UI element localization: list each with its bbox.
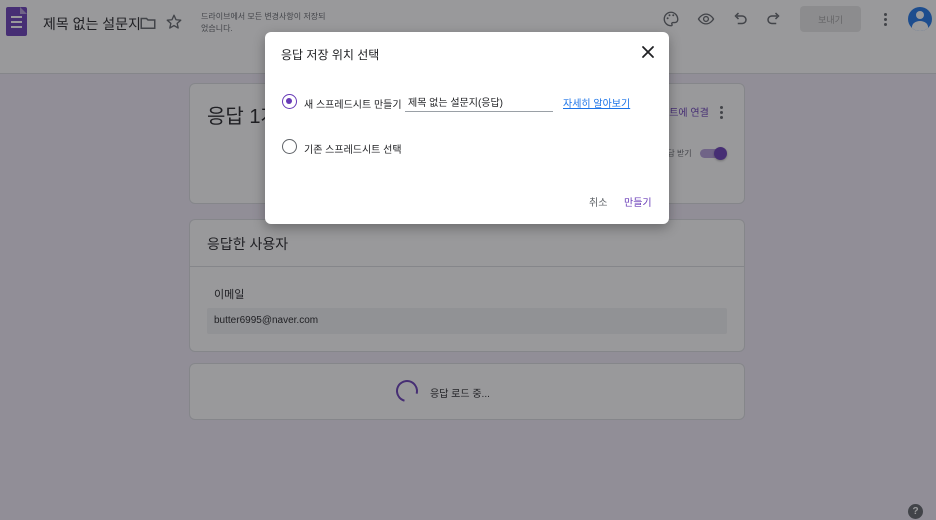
option-existing-label[interactable]: 기존 스프레드시트 선택 — [304, 141, 402, 156]
spreadsheet-name-input[interactable] — [405, 91, 553, 112]
learn-more-link[interactable]: 자세히 알아보기 — [563, 95, 630, 110]
close-icon[interactable] — [641, 45, 655, 59]
dialog-title: 응답 저장 위치 선택 — [281, 48, 380, 62]
cancel-button[interactable]: 취소 — [589, 194, 607, 209]
create-button[interactable]: 만들기 — [624, 194, 652, 209]
radio-existing-spreadsheet[interactable] — [282, 139, 297, 154]
radio-new-spreadsheet[interactable] — [282, 94, 297, 109]
response-destination-dialog: 응답 저장 위치 선택 새 스프레드시트 만들기 자세히 알아보기 기존 스프레… — [265, 32, 669, 224]
option-new-label[interactable]: 새 스프레드시트 만들기 — [304, 96, 402, 111]
